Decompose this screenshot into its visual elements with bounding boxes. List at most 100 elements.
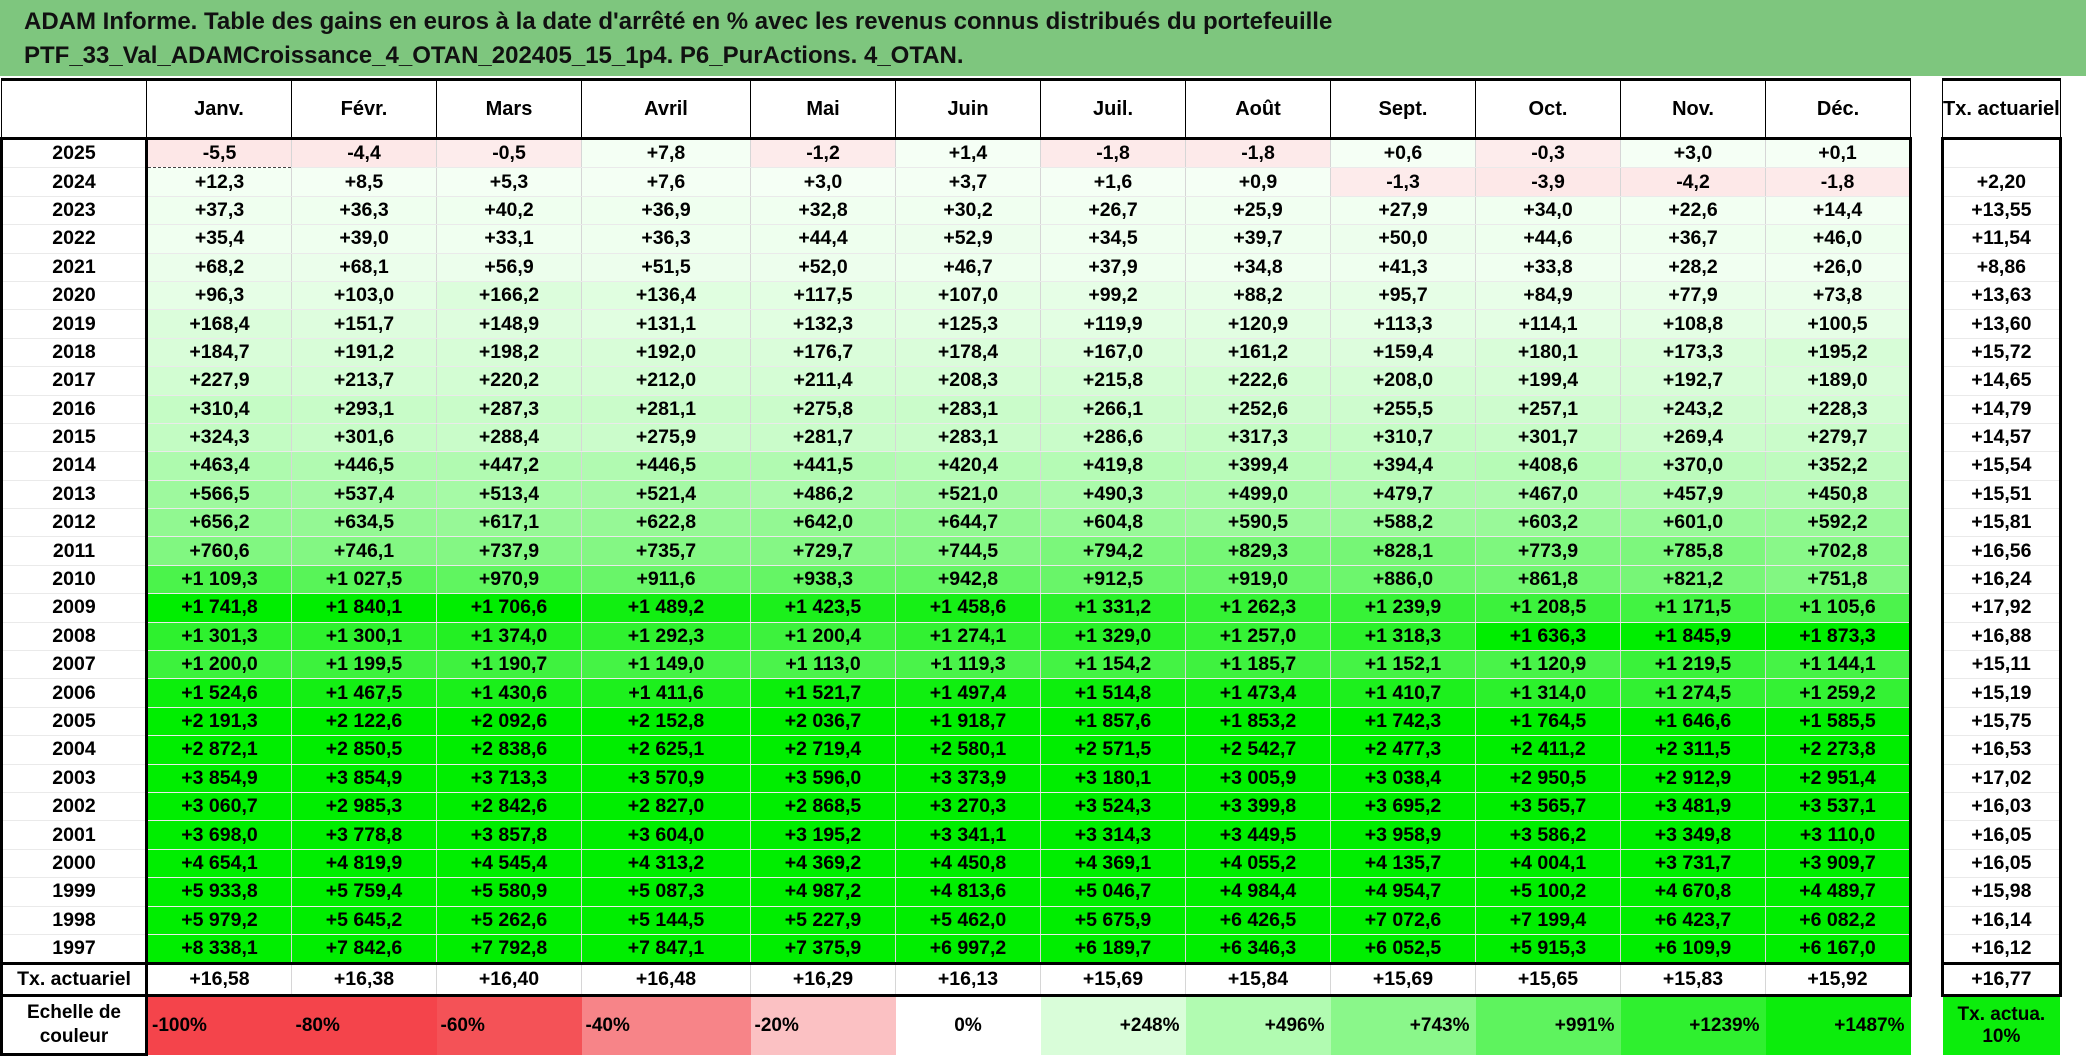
gain-cell: +590,5 xyxy=(1185,508,1331,538)
month-header: Juin xyxy=(895,78,1041,140)
gain-cell: +1 105,6 xyxy=(1765,593,1911,623)
gain-cell: +39,7 xyxy=(1185,224,1331,254)
gain-cell: +2 912,9 xyxy=(1620,764,1766,793)
column-gap xyxy=(1909,565,1944,594)
gain-cell: +151,7 xyxy=(291,309,437,339)
year-label: 2025 xyxy=(0,138,148,169)
gain-cell: +1 636,3 xyxy=(1475,622,1621,652)
color-scale-cell: +1239% xyxy=(1620,995,1766,1055)
gain-cell: +2 827,0 xyxy=(581,792,751,822)
gain-cell: +1 120,9 xyxy=(1475,650,1621,680)
year-label: 2014 xyxy=(0,451,148,481)
gain-cell: +3 373,9 xyxy=(895,764,1041,793)
gain-cell: +3 270,3 xyxy=(895,792,1041,822)
table-row: 2000 +4 654,1 +4 819,9 +4 545,4 +4 313,2 +4 3… xyxy=(0,849,2062,879)
gain-cell: +746,1 xyxy=(291,536,437,566)
annual-rate-cell: +15,98 xyxy=(1941,877,2062,907)
gain-cell: +6 997,2 xyxy=(895,934,1041,965)
annual-rate-cell: +14,57 xyxy=(1941,423,2062,453)
gain-cell: +5 979,2 xyxy=(146,906,292,935)
gain-cell: +1 152,1 xyxy=(1330,650,1476,680)
gain-cell: +1 257,0 xyxy=(1185,622,1331,652)
annual-rate-cell: +16,03 xyxy=(1941,792,2062,822)
gain-cell: +7 072,6 xyxy=(1330,906,1476,935)
gain-cell: +288,4 xyxy=(436,423,582,453)
gain-cell: +3 180,1 xyxy=(1040,764,1186,793)
tx-actuariel-cell: +16,13 xyxy=(895,962,1041,998)
annual-rate-cell: +13,60 xyxy=(1941,309,2062,339)
gain-cell: +3 060,7 xyxy=(146,792,292,822)
gain-cell: +6 082,2 xyxy=(1765,906,1911,935)
gain-cell: +829,3 xyxy=(1185,536,1331,566)
gain-cell: +2 580,1 xyxy=(895,735,1041,765)
month-header: Janv. xyxy=(146,78,292,140)
gain-cell: +5 580,9 xyxy=(436,877,582,907)
column-gap xyxy=(1909,849,1944,878)
gain-cell: +28,2 xyxy=(1620,253,1766,282)
gain-cell: +479,7 xyxy=(1330,480,1476,510)
annual-rate-cell: +8,86 xyxy=(1941,253,2062,282)
gain-cell: +4 670,8 xyxy=(1620,877,1766,907)
gain-cell: +180,1 xyxy=(1475,338,1621,368)
gain-cell: +1 200,0 xyxy=(146,650,292,680)
gain-cell: +4 369,1 xyxy=(1040,849,1186,879)
table-row: 1997 +8 338,1 +7 842,6 +7 792,8 +7 847,1 +7 3… xyxy=(0,934,2062,965)
gain-cell: +41,3 xyxy=(1330,253,1476,282)
gain-cell: +192,7 xyxy=(1620,366,1766,396)
color-scale-cell: -20% xyxy=(750,995,896,1055)
gain-cell: +4 135,7 xyxy=(1330,849,1476,879)
gain-cell: +5 144,5 xyxy=(581,906,751,935)
gain-cell: +3 349,8 xyxy=(1620,820,1766,850)
gain-cell: +3 524,3 xyxy=(1040,792,1186,822)
gain-cell: +213,7 xyxy=(291,366,437,396)
gain-cell: +26,0 xyxy=(1765,253,1911,282)
table-row: 2011 +760,6 +746,1 +737,9 +735,7 +729,7 +744,5… xyxy=(0,536,2062,566)
gain-cell: +310,7 xyxy=(1330,423,1476,453)
gain-cell: +2 311,5 xyxy=(1620,735,1766,765)
column-gap xyxy=(1909,395,1944,424)
gains-table: Janv. Févr. Mars Avril Mai Juin Juil. Août Sept.… xyxy=(0,78,2062,1056)
gain-cell: +5 262,6 xyxy=(436,906,582,935)
gain-cell: +499,0 xyxy=(1185,480,1331,510)
annual-rate-cell: +15,72 xyxy=(1941,338,2062,368)
gain-cell: +3 909,7 xyxy=(1765,849,1911,879)
gain-cell: +1 144,1 xyxy=(1765,650,1911,680)
table-row: 2003 +3 854,9 +3 854,9 +3 713,3 +3 570,9 +3 5… xyxy=(0,764,2062,793)
gain-cell: +51,5 xyxy=(581,253,751,282)
gain-cell: +1 741,8 xyxy=(146,593,292,623)
gain-cell: +1 857,6 xyxy=(1040,707,1186,737)
annual-rate-cell: +16,24 xyxy=(1941,565,2062,595)
gain-cell: +5 087,3 xyxy=(581,877,751,907)
gain-cell: +4 987,2 xyxy=(750,877,896,907)
gain-cell: +22,6 xyxy=(1620,196,1766,226)
gain-cell: -4,2 xyxy=(1620,167,1766,197)
gain-cell: +3 449,5 xyxy=(1185,820,1331,850)
column-gap xyxy=(1909,764,1944,793)
table-row: 2015 +324,3 +301,6 +288,4 +275,9 +281,7 +283,1… xyxy=(0,423,2062,453)
gain-cell: +1 262,3 xyxy=(1185,593,1331,623)
table-row: 2009 +1 741,8 +1 840,1 +1 706,6 +1 489,2 +1 4… xyxy=(0,593,2062,623)
gain-cell: +84,9 xyxy=(1475,281,1621,311)
gain-cell: +255,5 xyxy=(1330,395,1476,424)
gain-cell: +220,2 xyxy=(436,366,582,396)
gain-cell: +1 514,8 xyxy=(1040,678,1186,708)
gain-cell: +566,5 xyxy=(146,480,292,510)
gain-cell: +125,3 xyxy=(895,309,1041,339)
gain-cell: +176,7 xyxy=(750,338,896,368)
year-label: 2023 xyxy=(0,196,148,226)
gain-cell: +95,7 xyxy=(1330,281,1476,311)
gain-cell: +644,7 xyxy=(895,508,1041,538)
gain-cell: +1 239,9 xyxy=(1330,593,1476,623)
gain-cell: +275,8 xyxy=(750,395,896,424)
gain-cell: +32,8 xyxy=(750,196,896,226)
gain-cell: +252,6 xyxy=(1185,395,1331,424)
gain-cell: +4 819,9 xyxy=(291,849,437,879)
gain-cell: -5,5 xyxy=(146,137,292,169)
gain-cell: +208,3 xyxy=(895,366,1041,396)
annual-rate-cell: +17,92 xyxy=(1941,593,2062,623)
gain-cell: +1 113,0 xyxy=(750,650,896,680)
gain-cell: +1 274,5 xyxy=(1620,678,1766,708)
gain-cell: +293,1 xyxy=(291,395,437,424)
color-scale-cell: +1487% xyxy=(1765,995,1911,1055)
column-gap xyxy=(1909,906,1944,935)
